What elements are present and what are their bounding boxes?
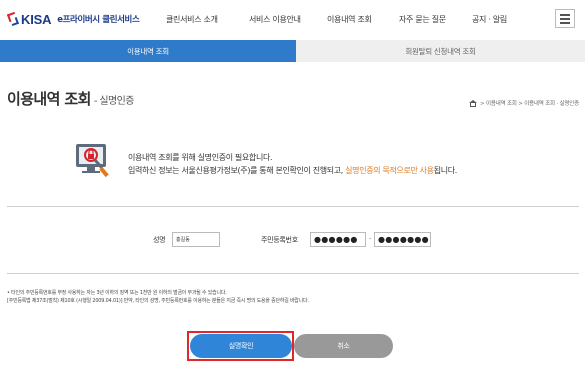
info-line-2-prefix: 입력하신 정보는 서울신용평가정보(주)를 통해 본인확인이 진행되고, — [128, 166, 346, 175]
breadcrumb: > 이용내역 조회 > 이용내역 조회 · 실명인증 — [469, 99, 579, 107]
form-bottom-divider — [7, 273, 579, 274]
page-title: 이용내역 조회 - 실명인증 — [7, 88, 134, 109]
tab-withdrawal-history[interactable]: 회원탈퇴 신청내역 조회 — [296, 40, 585, 62]
legal-notice: • 타인의 주민등록번호를 부정 사용하는 자는 3년 이하의 징역 또는 1천… — [7, 289, 309, 305]
rrn-front-field[interactable]: ●●●●●● — [310, 232, 366, 247]
info-line-2: 입력하신 정보는 서울신용평가정보(주)를 통해 본인확인이 진행되고, 실명인… — [128, 164, 457, 177]
lock-monitor-search-icon — [76, 144, 109, 178]
info-text: 이용내역 조회를 위해 실명인증이 필요합니다. 입력하신 정보는 서울신용평가… — [128, 151, 457, 177]
logo-text: KISA — [21, 11, 52, 27]
info-line-1: 이용내역 조회를 위해 실명인증이 필요합니다. — [128, 153, 273, 162]
tab-bar: 이용내역 조회 회원탈퇴 신청내역 조회 — [0, 40, 585, 62]
name-field[interactable]: 홍길동 — [172, 232, 220, 247]
info-line-2-suffix: 됩니다. — [433, 166, 458, 175]
nav-item-faq[interactable]: 자주 묻는 질문 — [399, 14, 446, 25]
logo-sub: e프라이버시 클린서비스 — [57, 15, 140, 25]
rrn-back-field[interactable]: ●●●●●●● — [374, 232, 431, 247]
nav-item-notice[interactable]: 공지 · 알림 — [472, 14, 507, 25]
notice-line-2: [주민등록법 제37조(벌칙) 제10호 (시행일 2009.04.01)] 만… — [7, 298, 309, 304]
home-icon[interactable] — [469, 99, 478, 107]
rrn-separator: - — [369, 235, 372, 243]
name-label: 성명 — [153, 236, 166, 244]
info-highlight: 실명인증의 목적으로만 사용 — [345, 166, 434, 175]
form-top-divider — [7, 206, 579, 207]
breadcrumb-path: > 이용내역 조회 > 이용내역 조회 · 실명인증 — [480, 101, 579, 107]
rrn-label: 주민등록번호 — [261, 236, 298, 244]
cancel-button[interactable]: 취소 — [294, 334, 393, 358]
notice-line-1: • 타인의 주민등록번호를 부정 사용하는 자는 3년 이하의 징역 또는 1천… — [7, 290, 227, 296]
nav-item-history[interactable]: 이용내역 조회 — [327, 14, 372, 25]
site-header: KISA e프라이버시 클린서비스 클린서비스 소개 서비스 이용안내 이용내역… — [0, 0, 585, 37]
tab-usage-history[interactable]: 이용내역 조회 — [0, 40, 296, 62]
site-logo[interactable]: KISA e프라이버시 클린서비스 — [6, 11, 140, 27]
page-title-text: 이용내역 조회 — [7, 90, 91, 108]
nav-item-intro[interactable]: 클린서비스 소개 — [166, 14, 218, 25]
hamburger-icon[interactable] — [555, 9, 575, 28]
page-subtitle: - 실명인증 — [93, 96, 135, 107]
verify-button[interactable]: 실명확인 — [190, 334, 292, 358]
nav-item-guide[interactable]: 서비스 이용안내 — [249, 14, 301, 25]
kisa-logo-mark — [6, 11, 20, 26]
